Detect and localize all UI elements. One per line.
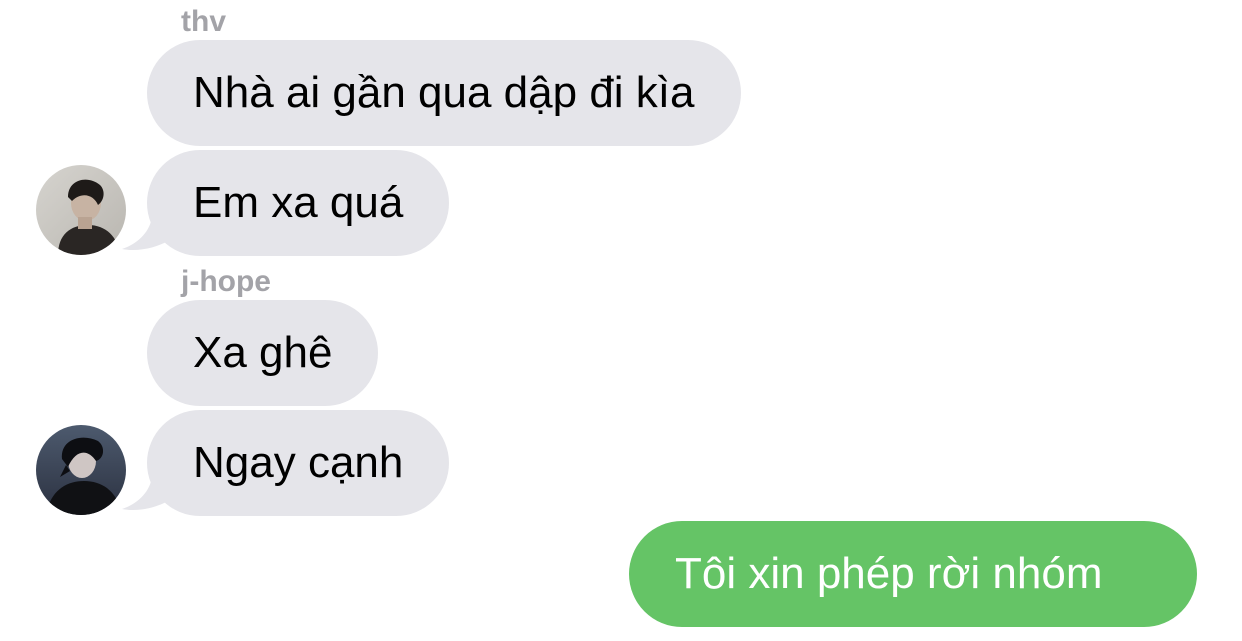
sender-name-j-hope: j-hope bbox=[181, 265, 271, 298]
message-bubble[interactable]: Nhà ai gần qua dập đi kìa bbox=[147, 40, 741, 146]
sender-name-thv: thv bbox=[181, 5, 226, 38]
message-text: Xa ghê bbox=[193, 328, 333, 377]
message-text: Ngay cạnh bbox=[193, 438, 404, 487]
j-hope-avatar[interactable] bbox=[36, 425, 126, 515]
outgoing-message-bubble[interactable]: Tôi xin phép rời nhóm bbox=[629, 521, 1197, 627]
message-text: Em xa quá bbox=[193, 178, 404, 227]
message-bubble[interactable]: Em xa quá bbox=[147, 150, 450, 256]
message-text: Nhà ai gần qua dập đi kìa bbox=[193, 68, 695, 117]
thv-avatar[interactable] bbox=[36, 165, 126, 255]
avatar-photo bbox=[36, 165, 126, 255]
message-bubble[interactable]: Xa ghê bbox=[147, 300, 379, 406]
message-bubble[interactable]: Ngay cạnh bbox=[147, 410, 450, 516]
avatar-photo bbox=[36, 425, 126, 515]
message-text: Tôi xin phép rời nhóm bbox=[675, 549, 1103, 598]
